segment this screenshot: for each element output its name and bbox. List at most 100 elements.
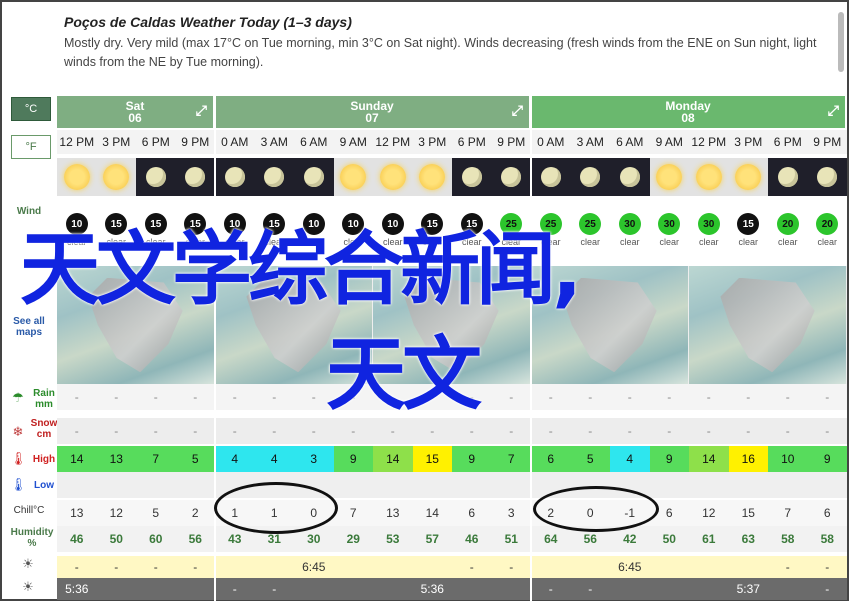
sunrise-cell: 6:45 bbox=[610, 556, 650, 578]
humidity-cell: 60 bbox=[136, 526, 176, 552]
low-cell bbox=[452, 472, 492, 498]
day-header[interactable]: Sat 06 ⤢ bbox=[57, 96, 215, 128]
wind-indicator: 10 clear bbox=[342, 213, 365, 247]
sky-cell bbox=[491, 158, 531, 196]
snow-cell: - bbox=[728, 418, 768, 444]
snow-cell: - bbox=[531, 418, 571, 444]
sky-cell bbox=[689, 158, 729, 196]
humidity-cell: 29 bbox=[333, 526, 373, 552]
forecast-map[interactable] bbox=[689, 266, 847, 384]
high-cell: 9 bbox=[649, 446, 689, 472]
chill-row: 13 12 5 2 1 1 0 7 13 14 6 3 2 0 -1 6 12 15 7 6 bbox=[57, 500, 847, 526]
sunrise-cell bbox=[412, 556, 452, 578]
snow-cell: - bbox=[215, 418, 255, 444]
expand-icon[interactable]: ⤢ bbox=[196, 103, 207, 117]
time-cell: 9 PM bbox=[807, 130, 847, 154]
time-cell: 0 AM bbox=[531, 130, 571, 154]
moon-icon bbox=[224, 167, 245, 187]
map-landmass bbox=[246, 277, 341, 373]
moon-icon bbox=[501, 167, 522, 187]
rain-cell: - bbox=[452, 384, 492, 410]
map-landmass bbox=[88, 277, 183, 373]
wind-indicator: 15 clear bbox=[105, 213, 128, 247]
wind-cell: 20 clear bbox=[768, 199, 808, 261]
humidity-cell: 53 bbox=[373, 526, 413, 552]
chill-cell: 13 bbox=[373, 500, 413, 526]
chill-label: Chill°C bbox=[13, 505, 45, 516]
day-divider bbox=[530, 96, 532, 601]
rain-cell: - bbox=[175, 384, 215, 410]
moon-icon bbox=[461, 167, 482, 187]
high-cell: 14 bbox=[689, 446, 729, 472]
snow-cell: - bbox=[610, 418, 650, 444]
day-header[interactable]: Sunday 07 ⤢ bbox=[215, 96, 531, 128]
wind-speed-icon: 15 bbox=[144, 213, 167, 235]
wind-text: clear bbox=[66, 237, 87, 247]
wind-speed-icon: 15 bbox=[105, 213, 128, 235]
sunset-cell bbox=[689, 578, 729, 600]
forecast-map[interactable] bbox=[373, 266, 531, 384]
wind-cell: 10 clear bbox=[294, 199, 334, 261]
forecast-map[interactable] bbox=[531, 266, 689, 384]
humidity-cell: 50 bbox=[96, 526, 136, 552]
rain-cell: - bbox=[768, 384, 808, 410]
chill-cell: 6 bbox=[452, 500, 492, 526]
sunrise-cell bbox=[570, 556, 610, 578]
sky-row bbox=[57, 158, 847, 196]
wind-text: clear bbox=[659, 237, 679, 247]
humidity-cell: 58 bbox=[768, 526, 808, 552]
moon-icon bbox=[540, 167, 561, 187]
low-cell bbox=[491, 472, 531, 498]
high-cell: 4 bbox=[254, 446, 294, 472]
sky-cell bbox=[96, 158, 136, 196]
chill-cell: 2 bbox=[175, 500, 215, 526]
humidity-cell: 46 bbox=[452, 526, 492, 552]
low-cell bbox=[373, 472, 413, 498]
wind-indicator: 15 clear bbox=[263, 213, 286, 247]
rain-cell: - bbox=[57, 384, 97, 410]
wind-indicator: 25 clear bbox=[500, 213, 523, 247]
sky-cell bbox=[215, 158, 255, 196]
fahrenheit-button[interactable]: °F bbox=[11, 135, 51, 159]
rain-cell: - bbox=[215, 384, 255, 410]
time-cell: 9 AM bbox=[649, 130, 689, 154]
map-landmass bbox=[562, 277, 657, 373]
high-cell: 9 bbox=[333, 446, 373, 472]
forecast-map[interactable] bbox=[57, 266, 215, 384]
wind-indicator: 10 clear bbox=[65, 213, 88, 247]
time-row: 12 PM 3 PM 6 PM 9 PM 0 AM 3 AM 6 AM 9 AM 12 PM 3 … bbox=[57, 130, 847, 154]
wind-text: clear bbox=[382, 237, 403, 247]
wind-text: clear bbox=[106, 237, 126, 247]
snow-row: -------------------- bbox=[57, 418, 847, 444]
wind-cell: 10 clear bbox=[334, 199, 374, 261]
sunset-cell bbox=[768, 578, 808, 600]
wind-speed-icon: 15 bbox=[460, 213, 483, 235]
forecast-map[interactable] bbox=[215, 266, 373, 384]
expand-icon[interactable]: ⤢ bbox=[512, 103, 523, 117]
chill-cell: 14 bbox=[412, 500, 452, 526]
chill-cell: 6 bbox=[807, 500, 847, 526]
sky-cell bbox=[294, 158, 334, 196]
wind-cell: 15 clear bbox=[255, 199, 295, 261]
sunrise-cell: - bbox=[452, 556, 492, 578]
forecast-header: Poços de Caldas Weather Today (1–3 days)… bbox=[64, 14, 844, 72]
wind-indicator: 10 clear bbox=[302, 213, 325, 247]
day-header[interactable]: Monday 08 ⤢ bbox=[531, 96, 847, 128]
low-cell bbox=[649, 472, 689, 498]
sky-cell bbox=[531, 158, 571, 196]
high-cell: 4 bbox=[610, 446, 650, 472]
sunset-cell: - bbox=[570, 578, 610, 600]
sun-icon bbox=[695, 164, 722, 190]
scrollbar[interactable] bbox=[836, 4, 846, 84]
wind-speed-icon: 10 bbox=[381, 213, 404, 235]
high-cell: 15 bbox=[412, 446, 452, 472]
celsius-button[interactable]: °C bbox=[11, 97, 51, 121]
low-cell bbox=[728, 472, 768, 498]
sun-icon bbox=[735, 164, 762, 190]
map-row bbox=[57, 266, 847, 384]
wind-cell: 30 clear bbox=[650, 199, 690, 261]
expand-icon[interactable]: ⤢ bbox=[828, 103, 839, 117]
time-cell: 12 PM bbox=[373, 130, 413, 154]
see-all-maps-link[interactable]: See all maps bbox=[2, 316, 56, 338]
sunset-cell: - bbox=[254, 578, 294, 600]
